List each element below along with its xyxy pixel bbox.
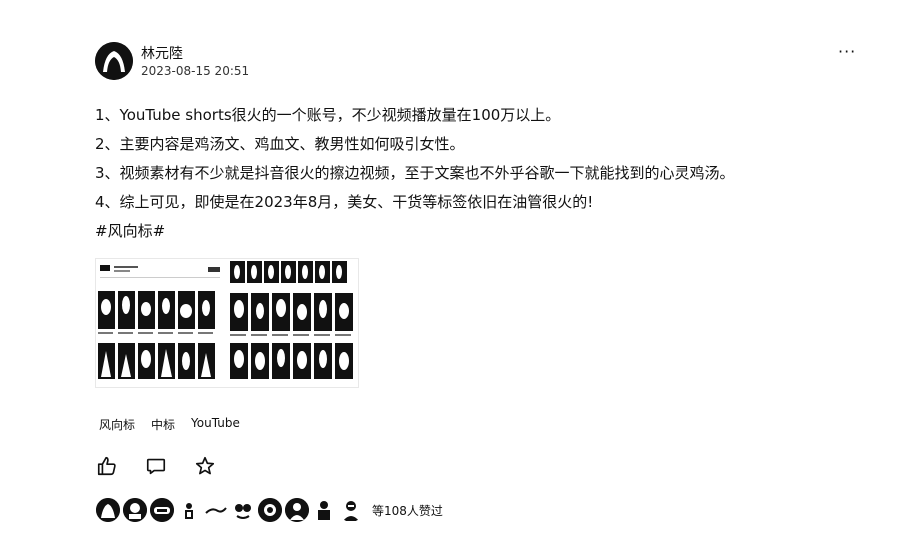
liker-avatar[interactable] [339,498,363,522]
liker-avatar[interactable] [285,498,309,522]
liker-avatar[interactable] [312,498,336,522]
post-hashtag[interactable]: #风向标# [95,217,855,246]
like-button[interactable] [96,455,118,477]
liker-avatar[interactable] [231,498,255,522]
post-line-3: 3、视频素材有不少就是抖音很火的擦边视频，至于文案也不外乎谷歌一下就能找到的心灵… [95,164,735,182]
more-dots-icon: ··· [838,42,857,61]
post-tags: 风向标 中标 YouTube [99,416,256,433]
likers-row: 等108人赞过 [96,498,443,522]
liker-avatar[interactable] [123,498,147,522]
liker-avatar[interactable] [204,498,228,522]
liker-avatar[interactable] [258,498,282,522]
like-count-text[interactable]: 等108人赞过 [372,502,443,519]
post-line-4: 4、综上可见，即使是在2023年8月，美女、干货等标签依旧在油管很火的! [95,193,594,211]
post-content: 1、YouTube shorts很火的一个账号，不少视频播放量在100万以上。 … [95,101,855,246]
post-timestamp: 2023-08-15 20:51 [141,64,250,78]
comment-icon [146,458,166,475]
video-grid-thumbnail [96,259,358,387]
comment-button[interactable] [145,455,167,477]
tag-zhongbiao[interactable]: 中标 [151,416,175,433]
liker-avatar[interactable] [150,498,174,522]
post-line-2: 2、主要内容是鸡汤文、鸡血文、教男性如何吸引女性。 [95,135,465,153]
liker-avatar[interactable] [96,498,120,522]
action-bar [96,455,243,477]
more-options-button[interactable]: ··· [838,42,858,61]
tag-fengxiangbiao[interactable]: 风向标 [99,416,135,433]
star-icon [195,456,215,475]
favorite-button[interactable] [194,455,216,477]
tag-youtube[interactable]: YouTube [191,416,240,433]
author-name[interactable]: 林元陸 [141,43,183,63]
thumbs-up-icon [97,456,116,476]
post-image[interactable] [95,258,359,388]
liker-avatar[interactable] [177,498,201,522]
post-line-1: 1、YouTube shorts很火的一个账号，不少视频播放量在100万以上。 [95,106,561,124]
author-avatar[interactable] [95,42,133,80]
